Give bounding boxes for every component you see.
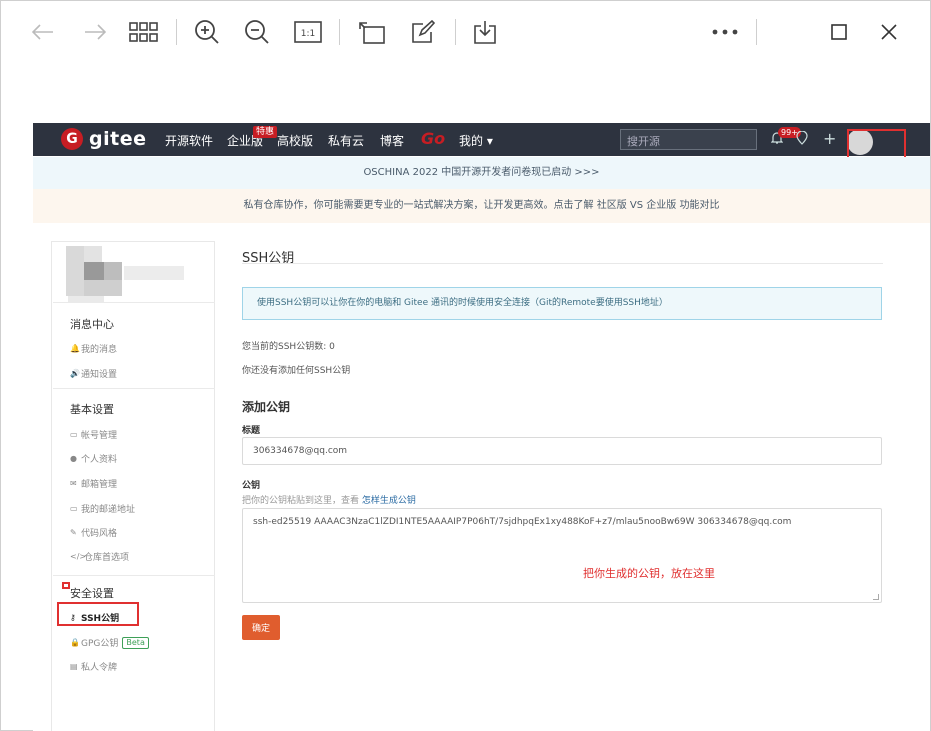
actual-size-label: 1:1 (301, 29, 315, 39)
token-icon: ▤ (70, 662, 78, 671)
sidebar-item-account[interactable]: ▭ 帐号管理 (70, 428, 117, 441)
speaker-icon: 🔊 (70, 369, 80, 378)
sidebar-item-notification-settings[interactable]: 🔊 通知设置 (70, 367, 117, 380)
sidebar-item-label: 通知设置 (81, 370, 118, 380)
sidebar-item-gpg-keys[interactable]: 🔒 GPG公钥 Beta (70, 636, 149, 649)
location-pin-icon[interactable] (796, 130, 808, 149)
public-key-value: ssh-ed25519 AAAAC3NzaC1lZDI1NTE5AAAAIP7P… (253, 517, 792, 527)
sidebar-item-repo-preferences[interactable]: </> 仓库首选项 (70, 550, 129, 563)
sidebar-item-label: 邮箱管理 (81, 480, 118, 490)
title-label: 标题 (242, 426, 261, 436)
forward-arrow-icon[interactable] (81, 13, 109, 51)
gitee-logo-icon: G (61, 128, 83, 150)
annotation-paste-here: 把你生成的公钥，放在这里 (583, 567, 715, 580)
brush-icon: ✎ (70, 528, 77, 537)
info-alert: 使用SSH公钥可以让你在你的电脑和 Gitee 通讯的时候使用安全连接（Git的… (242, 287, 882, 320)
public-key-textarea[interactable]: ssh-ed25519 AAAAC3NzaC1lZDI1NTE5AAAAIP7P… (242, 508, 882, 603)
viewer-toolbar: 1:1 (1, 1, 930, 63)
nav-go[interactable]: Go (421, 129, 445, 148)
edit-icon[interactable] (409, 13, 437, 51)
group-basic-settings: 基本设置 (70, 403, 114, 416)
sidebar-item-label: 我的消息 (81, 345, 118, 355)
back-arrow-icon[interactable] (29, 13, 57, 51)
sidebar-item-profile[interactable]: ● 个人资料 (70, 452, 117, 465)
key-hint: 把你的公钥粘贴到这里，查看 怎样生成公钥 (242, 493, 416, 506)
plus-icon[interactable]: + (823, 129, 836, 148)
oschina-survey-banner[interactable]: OSCHINA 2022 中国开源开发者问卷现已启动 >>> (33, 157, 930, 189)
sidebar-item-label: 私人令牌 (81, 663, 118, 673)
nav-blog[interactable]: 博客 (380, 132, 404, 149)
sidebar-item-label: GPG公钥 (81, 639, 119, 649)
enterprise-banner[interactable]: 私有仓库协作，你可能需要更专业的一站式解决方案，让开发更高效。点击了解 社区版 … (33, 189, 930, 223)
top-navbar: G gitee 开源软件 企业版 特惠 高校版 私有云 博客 Go 我的 ▾ 搜… (33, 123, 930, 156)
gitee-logo-text: gitee (89, 128, 147, 150)
sidebar-item-label: 仓库首选项 (84, 553, 130, 563)
empty-state-text: 你还没有添加任何SSH公钥 (242, 366, 351, 376)
key-count-text: 您当前的SSH公钥数: 0 (242, 342, 335, 352)
annotation-box-ssh-keys (57, 602, 139, 626)
actual-size-icon[interactable]: 1:1 (293, 13, 323, 51)
sidebar-item-label: 个人资料 (81, 455, 118, 465)
group-message-center: 消息中心 (70, 318, 114, 331)
sidebar-item-my-messages[interactable]: 🔔 我的消息 (70, 342, 117, 355)
image-viewer-window: 1:1 G gitee 开源软件 企业版 特惠 高校版 私有云 博客 Go 我的… (0, 0, 931, 731)
maximize-icon[interactable] (825, 13, 853, 51)
resize-handle-icon[interactable] (873, 594, 879, 600)
zoom-in-icon[interactable] (193, 13, 221, 51)
title-input[interactable]: 306334678@qq.com (242, 437, 882, 465)
search-input[interactable]: 搜开源 (620, 129, 757, 150)
beta-badge: Beta (122, 636, 149, 649)
group-security-settings: 安全设置 (70, 587, 114, 600)
sidebar-item-label: 代码风格 (81, 529, 118, 539)
sidebar-item-label: 我的邮递地址 (81, 505, 136, 515)
zoom-out-icon[interactable] (243, 13, 271, 51)
how-to-generate-link[interactable]: 怎样生成公钥 (362, 496, 416, 506)
grid-icon[interactable] (127, 13, 161, 51)
user-icon: ● (70, 454, 77, 463)
nav-education[interactable]: 高校版 (277, 132, 313, 149)
nav-private-cloud[interactable]: 私有云 (328, 132, 364, 149)
key-hint-text: 把你的公钥粘贴到这里，查看 (242, 496, 362, 506)
settings-sidebar: 消息中心 🔔 我的消息 🔊 通知设置 基本设置 ▭ 帐号管理 ● 个人资料 ✉ … (51, 241, 215, 731)
address-card-icon: ▭ (70, 504, 78, 513)
confirm-button[interactable]: 确定 (242, 615, 280, 640)
mail-icon: ✉ (70, 479, 77, 488)
sidebar-item-label: 帐号管理 (81, 431, 118, 441)
nav-open-source[interactable]: 开源软件 (165, 132, 213, 149)
lock-icon: 🔒 (70, 638, 80, 647)
more-icon[interactable] (709, 13, 741, 51)
hot-badge: 特惠 (253, 126, 278, 138)
sidebar-item-address[interactable]: ▭ 我的邮递地址 (70, 502, 135, 515)
annotation-marker (62, 582, 70, 589)
id-card-icon: ▭ (70, 430, 78, 439)
add-key-heading: 添加公钥 (242, 400, 291, 414)
nav-mine-dropdown[interactable]: 我的 ▾ (459, 132, 493, 149)
code-icon: </> (70, 552, 87, 561)
sidebar-item-private-tokens[interactable]: ▤ 私人令牌 (70, 660, 117, 673)
close-icon[interactable] (875, 13, 903, 51)
bell-icon: 🔔 (70, 344, 80, 353)
rotate-icon[interactable] (357, 13, 387, 51)
blurred-profile (66, 242, 216, 302)
key-label: 公钥 (242, 481, 261, 491)
download-icon[interactable] (471, 13, 499, 51)
sidebar-item-code-style[interactable]: ✎ 代码风格 (70, 526, 117, 539)
gitee-page: G gitee 开源软件 企业版 特惠 高校版 私有云 博客 Go 我的 ▾ 搜… (33, 123, 930, 731)
gitee-logo[interactable]: G gitee (61, 128, 146, 150)
sidebar-item-email[interactable]: ✉ 邮箱管理 (70, 477, 117, 490)
